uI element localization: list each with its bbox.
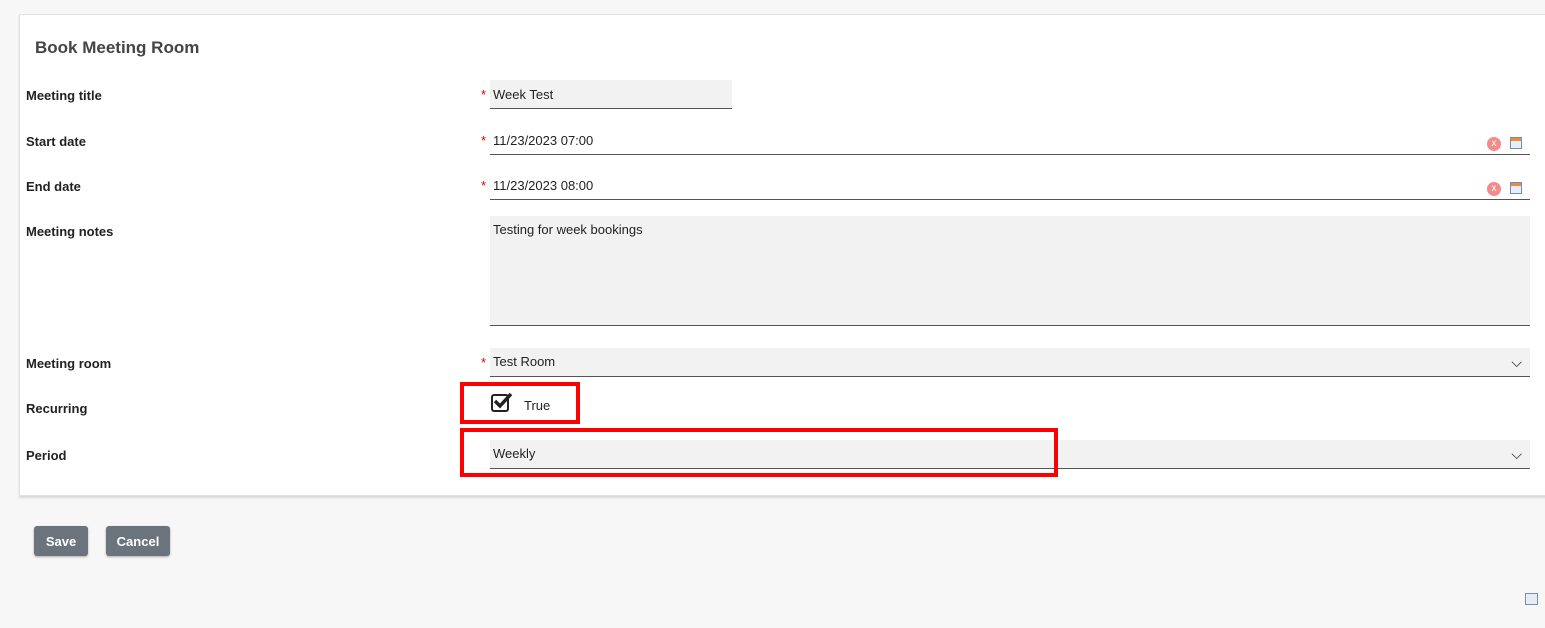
start-date-input[interactable] bbox=[490, 126, 1530, 155]
highlight-box bbox=[460, 428, 1058, 477]
required-mark: * bbox=[481, 133, 487, 148]
required-mark: * bbox=[481, 87, 487, 102]
meeting-room-select[interactable]: Test Room ⌵ bbox=[490, 348, 1530, 377]
meeting-notes-label: Meeting notes bbox=[26, 224, 114, 239]
calendar-icon[interactable] bbox=[1510, 137, 1522, 149]
save-button[interactable]: Save bbox=[34, 526, 88, 556]
meeting-room-value: Test Room bbox=[493, 354, 556, 369]
calendar-icon[interactable] bbox=[1510, 182, 1522, 194]
end-date-label: End date bbox=[26, 179, 81, 194]
clear-icon[interactable]: x bbox=[1487, 182, 1501, 196]
meeting-room-label: Meeting room bbox=[26, 356, 112, 371]
chevron-down-icon: ⌵ bbox=[1511, 354, 1522, 370]
meeting-notes-textarea[interactable]: Testing for week bookings bbox=[490, 216, 1530, 326]
meeting-title-label: Meeting title bbox=[26, 88, 102, 103]
print-icon[interactable] bbox=[1525, 593, 1538, 605]
highlight-box bbox=[460, 382, 580, 424]
required-mark: * bbox=[481, 178, 487, 193]
cancel-button[interactable]: Cancel bbox=[106, 526, 170, 556]
required-mark: * bbox=[481, 355, 487, 370]
end-date-input[interactable] bbox=[490, 171, 1530, 200]
page-title: Book Meeting Room bbox=[35, 38, 200, 57]
recurring-label: Recurring bbox=[26, 401, 88, 416]
start-date-label: Start date bbox=[26, 134, 86, 149]
meeting-title-input[interactable] bbox=[490, 80, 732, 109]
period-label: Period bbox=[26, 448, 67, 463]
clear-icon[interactable]: x bbox=[1487, 137, 1501, 151]
chevron-down-icon: ⌵ bbox=[1511, 446, 1522, 462]
